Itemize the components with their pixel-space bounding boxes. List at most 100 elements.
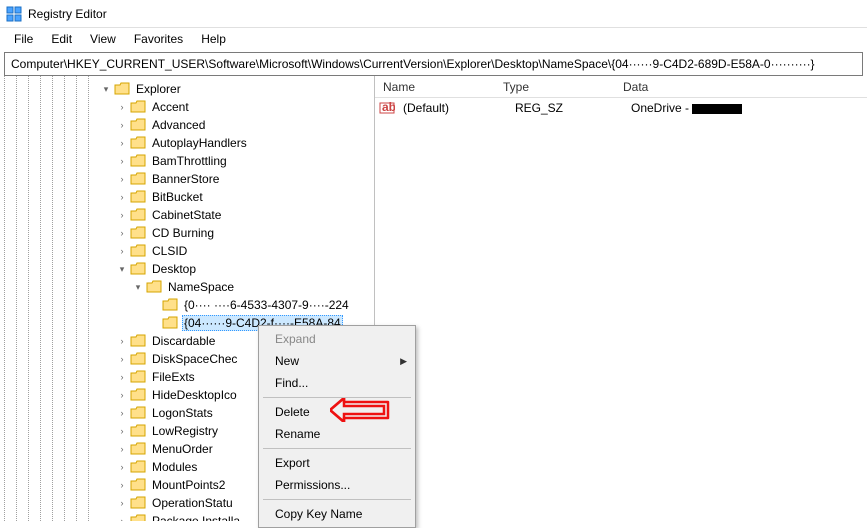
chevron-right-icon[interactable]: › [116, 173, 128, 185]
folder-icon [130, 154, 146, 168]
values-pane[interactable]: Name Type Data ab (Default) REG_SZ OneDr… [375, 76, 867, 521]
folder-icon [130, 388, 146, 402]
menu-find[interactable]: Find... [261, 372, 413, 394]
address-bar[interactable]: Computer\HKEY_CURRENT_USER\Software\Micr… [4, 52, 863, 76]
folder-icon [162, 298, 178, 312]
tree-node[interactable]: › CabinetState [116, 206, 374, 224]
tree-node-namespace[interactable]: ▾ NameSpace [132, 278, 374, 296]
chevron-right-icon[interactable]: › [116, 515, 128, 521]
tree-node[interactable]: ›CD Burning [116, 224, 374, 242]
folder-icon [130, 118, 146, 132]
tree-label: MenuOrder [150, 442, 215, 456]
chevron-right-icon[interactable]: › [116, 245, 128, 257]
chevron-down-icon[interactable]: ▾ [100, 83, 112, 95]
tree-node-explorer[interactable]: ▾ Explorer [100, 80, 374, 98]
menu-separator [263, 448, 411, 449]
tree-node[interactable]: ›BitBucket [116, 188, 374, 206]
tree-label: HideDesktopIco [150, 388, 239, 402]
spacer [148, 299, 160, 311]
spacer [148, 317, 160, 329]
tree-label: CabinetState [150, 208, 223, 222]
col-data[interactable]: Data [615, 78, 867, 96]
folder-icon [130, 190, 146, 204]
tree-node[interactable]: › Advanced [116, 116, 374, 134]
folder-icon [130, 478, 146, 492]
folder-icon [130, 208, 146, 222]
chevron-right-icon[interactable]: › [116, 209, 128, 221]
folder-icon [130, 460, 146, 474]
menu-favorites[interactable]: Favorites [126, 30, 191, 48]
menu-new[interactable]: New▶ [261, 350, 413, 372]
folder-icon [130, 100, 146, 114]
chevron-right-icon[interactable]: › [116, 407, 128, 419]
chevron-down-icon[interactable]: ▾ [132, 281, 144, 293]
chevron-right-icon[interactable]: › [116, 443, 128, 455]
tree-label: {0···· ····6-4533-4307-9····-224 [182, 298, 351, 312]
tree-node[interactable]: ›Accent [116, 98, 374, 116]
redacted-text [692, 104, 742, 114]
tree-node[interactable]: › BamThrottling [116, 152, 374, 170]
tree-label: DiskSpaceChec [150, 352, 239, 366]
svg-text:ab: ab [382, 100, 395, 114]
context-menu: Expand New▶ Find... Delete Rename Export… [258, 325, 416, 528]
tree-label: OperationStatu [150, 496, 235, 510]
menu-file[interactable]: File [6, 30, 41, 48]
tree-label: MountPoints2 [150, 478, 227, 492]
menu-help[interactable]: Help [193, 30, 234, 48]
tree-label: Advanced [150, 118, 207, 132]
value-row-default[interactable]: ab (Default) REG_SZ OneDrive - [375, 98, 867, 118]
chevron-right-icon[interactable]: › [116, 101, 128, 113]
menu-copy-key-name[interactable]: Copy Key Name [261, 503, 413, 525]
menu-export[interactable]: Export [261, 452, 413, 474]
folder-icon [130, 424, 146, 438]
tree-node[interactable]: ›CLSID [116, 242, 374, 260]
chevron-right-icon[interactable]: › [116, 227, 128, 239]
folder-icon [130, 244, 146, 258]
tree-label: AutoplayHandlers [150, 136, 249, 150]
chevron-right-icon[interactable]: › [116, 425, 128, 437]
tree-node[interactable]: ›BannerStore [116, 170, 374, 188]
value-name: (Default) [399, 101, 511, 115]
tree-label: LowRegistry [150, 424, 220, 438]
tree-node[interactable]: › AutoplayHandlers [116, 134, 374, 152]
menu-separator [263, 397, 411, 398]
chevron-down-icon[interactable]: ▾ [116, 263, 128, 275]
folder-icon [130, 370, 146, 384]
tree-node-guid1[interactable]: {0···· ····6-4533-4307-9····-224 [148, 296, 374, 314]
tree-label: Package Installa [150, 514, 242, 521]
chevron-right-icon[interactable]: › [116, 497, 128, 509]
chevron-right-icon[interactable]: › [116, 461, 128, 473]
chevron-right-icon[interactable]: › [116, 191, 128, 203]
folder-icon [130, 226, 146, 240]
window-title: Registry Editor [28, 7, 107, 21]
tree-label: NameSpace [166, 280, 236, 294]
chevron-right-icon[interactable]: › [116, 137, 128, 149]
col-name[interactable]: Name [375, 78, 495, 96]
tree-label: Explorer [134, 82, 183, 96]
tree-label: Desktop [150, 262, 198, 276]
col-type[interactable]: Type [495, 78, 615, 96]
tree-label: Modules [150, 460, 199, 474]
menu-edit[interactable]: Edit [43, 30, 80, 48]
tree-label: FileExts [150, 370, 197, 384]
chevron-right-icon[interactable]: › [116, 371, 128, 383]
chevron-right-icon[interactable]: › [116, 479, 128, 491]
menu-rename[interactable]: Rename [261, 423, 413, 445]
menu-delete[interactable]: Delete [261, 401, 413, 423]
folder-icon [130, 352, 146, 366]
chevron-right-icon[interactable]: › [116, 353, 128, 365]
menu-expand: Expand [261, 328, 413, 350]
folder-icon [130, 514, 146, 521]
folder-icon [130, 136, 146, 150]
menu-new-label: New [275, 354, 299, 368]
value-data: OneDrive - [627, 101, 863, 115]
chevron-right-icon[interactable]: › [116, 335, 128, 347]
chevron-right-icon[interactable]: › [116, 119, 128, 131]
chevron-right-icon[interactable]: › [116, 155, 128, 167]
tree-node-desktop[interactable]: ▾ Desktop [116, 260, 374, 278]
menu-permissions[interactable]: Permissions... [261, 474, 413, 496]
tree-label: BamThrottling [150, 154, 229, 168]
menu-view[interactable]: View [82, 30, 124, 48]
chevron-right-icon[interactable]: › [116, 389, 128, 401]
folder-icon [130, 496, 146, 510]
